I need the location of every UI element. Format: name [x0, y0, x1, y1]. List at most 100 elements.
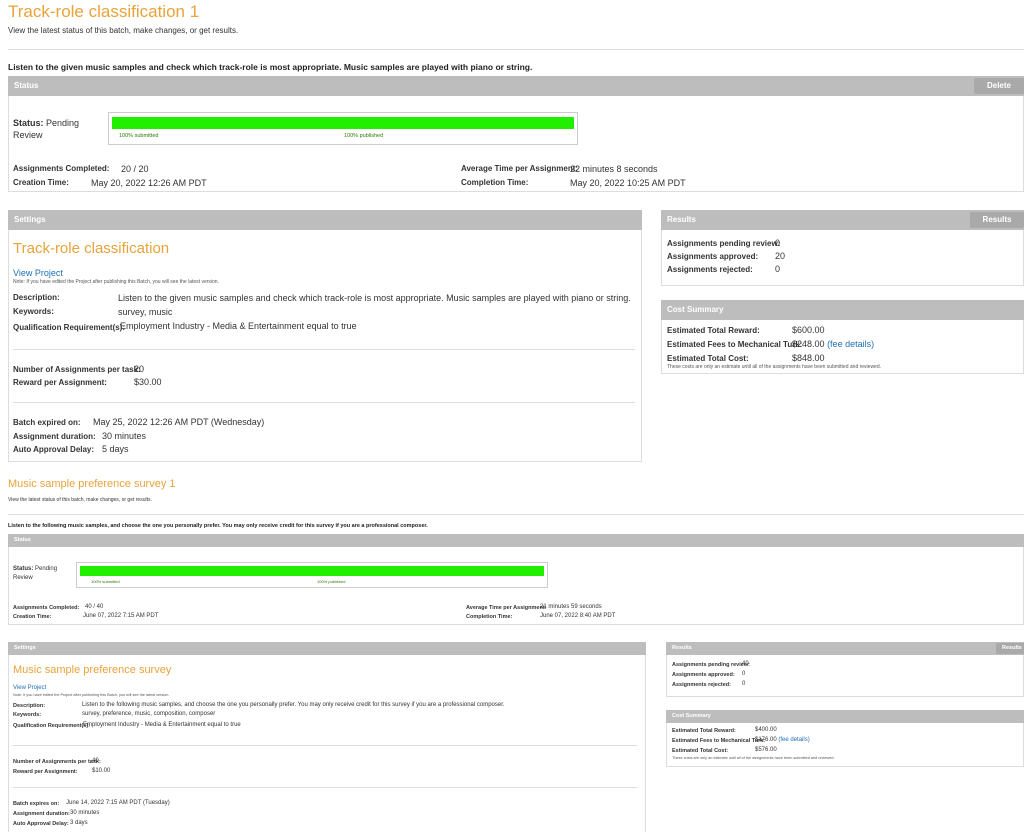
results-header-label-2: Results	[672, 645, 692, 651]
reward-value-2: $10.00	[92, 768, 111, 774]
cost-total-label: Estimated Total Cost:	[667, 354, 749, 363]
status-header-2: Status	[8, 534, 1024, 547]
avg-time-label-2: Average Time per Assignment:	[466, 605, 547, 611]
published-label-2: 100% published	[317, 579, 346, 584]
expires-value: May 25, 2022 12:26 AM PDT (Wednesday)	[93, 417, 265, 427]
assignments-completed-label: Assignments Completed:	[13, 164, 110, 173]
status-header-label-2: Status	[14, 537, 31, 543]
duration-label-2: Assignment duration:	[13, 811, 70, 817]
duration-value-2: 30 minutes	[70, 810, 100, 816]
cost-note: These costs are only an estimate until a…	[667, 364, 882, 370]
divider	[8, 49, 1024, 50]
assignments-completed-value-2: 40 / 40	[85, 604, 104, 610]
qualification-label: Qualification Requirement(s):	[13, 323, 126, 332]
completion-time-value-2: June 07, 2022 8:40 AM PDT	[540, 613, 616, 619]
progress-box-2: 100% submitted 100% published	[76, 562, 548, 588]
cost-panel-2: Estimated Total Reward: $400.00 Estimate…	[666, 723, 1024, 767]
cost-reward-value: $600.00	[792, 325, 825, 335]
reward-value: $30.00	[134, 377, 162, 387]
settings-note-2: Note: If you have edited the Project aft…	[13, 693, 170, 697]
status-label-2: Status: Pending	[13, 566, 58, 572]
auto-approval-value: 5 days	[102, 444, 129, 454]
rejected-value-2: 0	[742, 681, 746, 687]
assignments-completed-label-2: Assignments Completed:	[13, 605, 80, 611]
view-project-link-2[interactable]: View Project	[13, 685, 46, 691]
description-value: Listen to the given music samples and ch…	[118, 293, 631, 303]
num-assignments-value-2: 40	[92, 758, 99, 764]
expires-value-2: June 14, 2022 7:15 AM PDT (Tuesday)	[66, 800, 170, 806]
divider-2	[8, 514, 1024, 515]
progress-bar-2	[80, 566, 544, 576]
avg-time-label: Average Time per Assignment:	[461, 164, 579, 173]
num-assignments-label-2: Number of Assignments per task:	[13, 759, 101, 765]
auto-approval-label: Auto Approval Delay:	[13, 445, 95, 454]
cost-reward-label: Estimated Total Reward:	[667, 326, 760, 335]
completion-time-label-2: Completion Time:	[466, 614, 513, 620]
avg-time-value-2: 21 minutes 59 seconds	[540, 604, 602, 610]
settings-header-2: Settings	[8, 642, 646, 655]
pending-label-2: Assignments pending review:	[672, 662, 750, 668]
cost-header-label: Cost Summary	[667, 305, 724, 314]
batch-description: Listen to the given music samples and ch…	[8, 62, 533, 72]
status-value-review: Review	[13, 130, 43, 140]
project-name: Track-role classification	[13, 240, 170, 257]
qualification-value-2: Employment Industry - Media & Entertainm…	[83, 722, 241, 728]
cost-total-value: $848.00	[792, 353, 825, 363]
progress-bar	[112, 117, 574, 129]
pending-value: 0	[775, 238, 781, 248]
batch-description-2: Listen to the following music samples, a…	[8, 523, 428, 529]
cost-reward-value-2: $400.00	[755, 727, 777, 733]
results-button-2[interactable]: Results	[996, 643, 1024, 654]
project-name-2: Music sample preference survey	[13, 664, 172, 676]
delete-button[interactable]: Delete	[974, 78, 1024, 94]
fee-details-link-2[interactable]: (fee details)	[778, 737, 809, 743]
fee-details-link[interactable]: (fee details)	[827, 339, 874, 349]
description-label-2: Description:	[13, 703, 46, 709]
rejected-label: Assignments rejected:	[667, 265, 753, 274]
page-title-2: Music sample preference survey 1	[8, 478, 176, 490]
auto-approval-label-2: Auto Approval Delay:	[13, 821, 69, 827]
settings-divider-3	[13, 745, 637, 746]
status-panel-2: Status: Pending Review 100% submitted 10…	[8, 547, 1024, 625]
status-panel: Status: Pending Review 100% submitted 10…	[8, 96, 1024, 192]
view-project-link[interactable]: View Project	[13, 268, 63, 278]
pending-value-2: 40	[742, 661, 749, 667]
settings-divider-4	[13, 787, 637, 788]
results-button[interactable]: Results	[970, 212, 1024, 228]
progress-box: 100% submitted 100% published	[108, 112, 578, 145]
settings-header: Settings	[8, 210, 642, 230]
approved-label: Assignments approved:	[667, 252, 759, 261]
status-header-label: Status	[14, 81, 39, 90]
auto-approval-value-2: 3 days	[70, 820, 88, 826]
cost-fees-value-2: $176.00 (fee details)	[755, 737, 810, 743]
settings-panel-2: Music sample preference survey View Proj…	[8, 655, 646, 832]
rejected-value: 0	[775, 264, 781, 274]
batch-music-preference: Music sample preference survey 1 View th…	[0, 476, 1024, 832]
duration-value: 30 minutes	[102, 431, 147, 441]
batch-track-role: Track-role classification 1 View the lat…	[0, 0, 1024, 470]
description-value-2: Listen to the following music samples, a…	[82, 702, 505, 708]
settings-header-label: Settings	[14, 215, 46, 224]
page-subtitle: View the latest status of this batch, ma…	[8, 26, 239, 35]
status-value-review-2: Review	[13, 575, 33, 581]
submitted-label: 100% submitted	[119, 133, 159, 139]
qualification-value: Employment Industry - Media & Entertainm…	[120, 321, 357, 331]
settings-header-label-2: Settings	[14, 645, 36, 651]
keywords-value-2: survey, preference, music, composition, …	[82, 711, 216, 717]
num-assignments-label: Number of Assignments per task:	[13, 365, 141, 374]
cost-header-label-2: Cost Summary	[672, 713, 711, 719]
cost-reward-label-2: Estimated Total Reward:	[672, 728, 736, 734]
qualification-label-2: Qualification Requirement(s):	[13, 723, 91, 729]
cost-total-label-2: Estimated Total Cost:	[672, 748, 729, 754]
approved-label-2: Assignments approved:	[672, 672, 735, 678]
cost-note-2: These costs are only an estimate until a…	[672, 756, 835, 760]
submitted-label-2: 100% submitted	[91, 579, 120, 584]
cost-fees-label: Estimated Fees to Mechanical Turk:	[667, 340, 803, 349]
creation-time-label-2: Creation Time:	[13, 614, 52, 620]
results-header-label: Results	[667, 215, 696, 224]
approved-value: 20	[775, 251, 786, 261]
assignments-completed-value: 20 / 20	[121, 164, 149, 174]
creation-time-value-2: June 07, 2022 7:15 AM PDT	[83, 613, 159, 619]
settings-divider	[13, 349, 635, 350]
expires-label-2: Batch expires on:	[13, 801, 60, 807]
